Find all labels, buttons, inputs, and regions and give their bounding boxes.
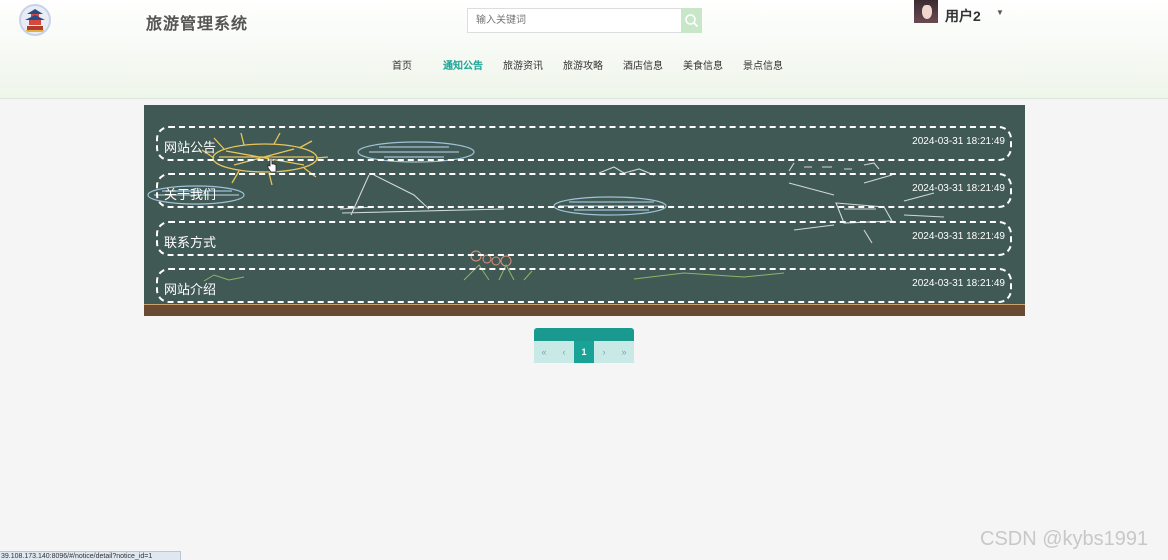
- notice-title[interactable]: 联系方式: [164, 232, 216, 251]
- chalk-ledge: [144, 304, 1025, 316]
- notice-board: 网站公告 2024-03-31 18:21:49 关于我们 2024-03-31…: [144, 105, 1025, 316]
- notice-item[interactable]: 关于我们 2024-03-31 18:21:49: [156, 173, 1012, 208]
- nav-item-travel-news[interactable]: 旅游资讯: [503, 57, 543, 72]
- browser-status-url: 39.108.173.140:8096/#/notice/detail?noti…: [0, 551, 181, 560]
- notice-date: 2024-03-31 18:21:49: [912, 136, 1005, 147]
- caret-down-icon[interactable]: ▼: [996, 8, 1004, 17]
- notice-item[interactable]: 联系方式 2024-03-31 18:21:49: [156, 221, 1012, 256]
- next-page-button[interactable]: ›: [594, 341, 614, 363]
- nav-item-notices[interactable]: 通知公告: [443, 57, 483, 72]
- notice-title[interactable]: 网站公告: [164, 137, 216, 156]
- nav-item-food[interactable]: 美食信息: [683, 57, 723, 72]
- hand-cursor-icon: [267, 157, 277, 173]
- nav-item-travel-guides[interactable]: 旅游攻略: [563, 57, 603, 72]
- nav-item-hotels[interactable]: 酒店信息: [623, 57, 663, 72]
- prev-page-button[interactable]: ‹: [554, 341, 574, 363]
- site-title: 旅游管理系统: [146, 16, 249, 33]
- notice-title[interactable]: 关于我们: [164, 184, 216, 203]
- first-page-button[interactable]: «: [534, 341, 554, 363]
- site-header: 旅游管理系统 用户2 ▼ 首页 通知公告 旅游资讯 旅游攻略 酒店信息 美食信息…: [0, 0, 1168, 99]
- notice-item[interactable]: 网站介绍 2024-03-31 18:21:49: [156, 268, 1012, 303]
- notice-date: 2024-03-31 18:21:49: [912, 183, 1005, 194]
- watermark: CSDN @kybs1991: [980, 528, 1149, 550]
- notice-title[interactable]: 网站介绍: [164, 279, 216, 298]
- temple-logo-icon[interactable]: [19, 4, 51, 36]
- pagination-header: [534, 328, 634, 341]
- avatar[interactable]: [914, 0, 938, 23]
- notice-item[interactable]: 网站公告 2024-03-31 18:21:49: [156, 126, 1012, 161]
- search-box: [467, 8, 702, 33]
- notice-date: 2024-03-31 18:21:49: [912, 278, 1005, 289]
- search-button[interactable]: [681, 8, 702, 33]
- nav-item-attractions[interactable]: 景点信息: [743, 57, 783, 72]
- search-icon: [685, 14, 699, 28]
- username[interactable]: 用户2: [945, 6, 981, 26]
- pagination: « ‹ 1 › »: [534, 341, 634, 363]
- nav-item-home[interactable]: 首页: [392, 57, 412, 72]
- page-number-button[interactable]: 1: [574, 341, 594, 363]
- search-input[interactable]: [467, 8, 681, 33]
- notice-date: 2024-03-31 18:21:49: [912, 231, 1005, 242]
- last-page-button[interactable]: »: [614, 341, 634, 363]
